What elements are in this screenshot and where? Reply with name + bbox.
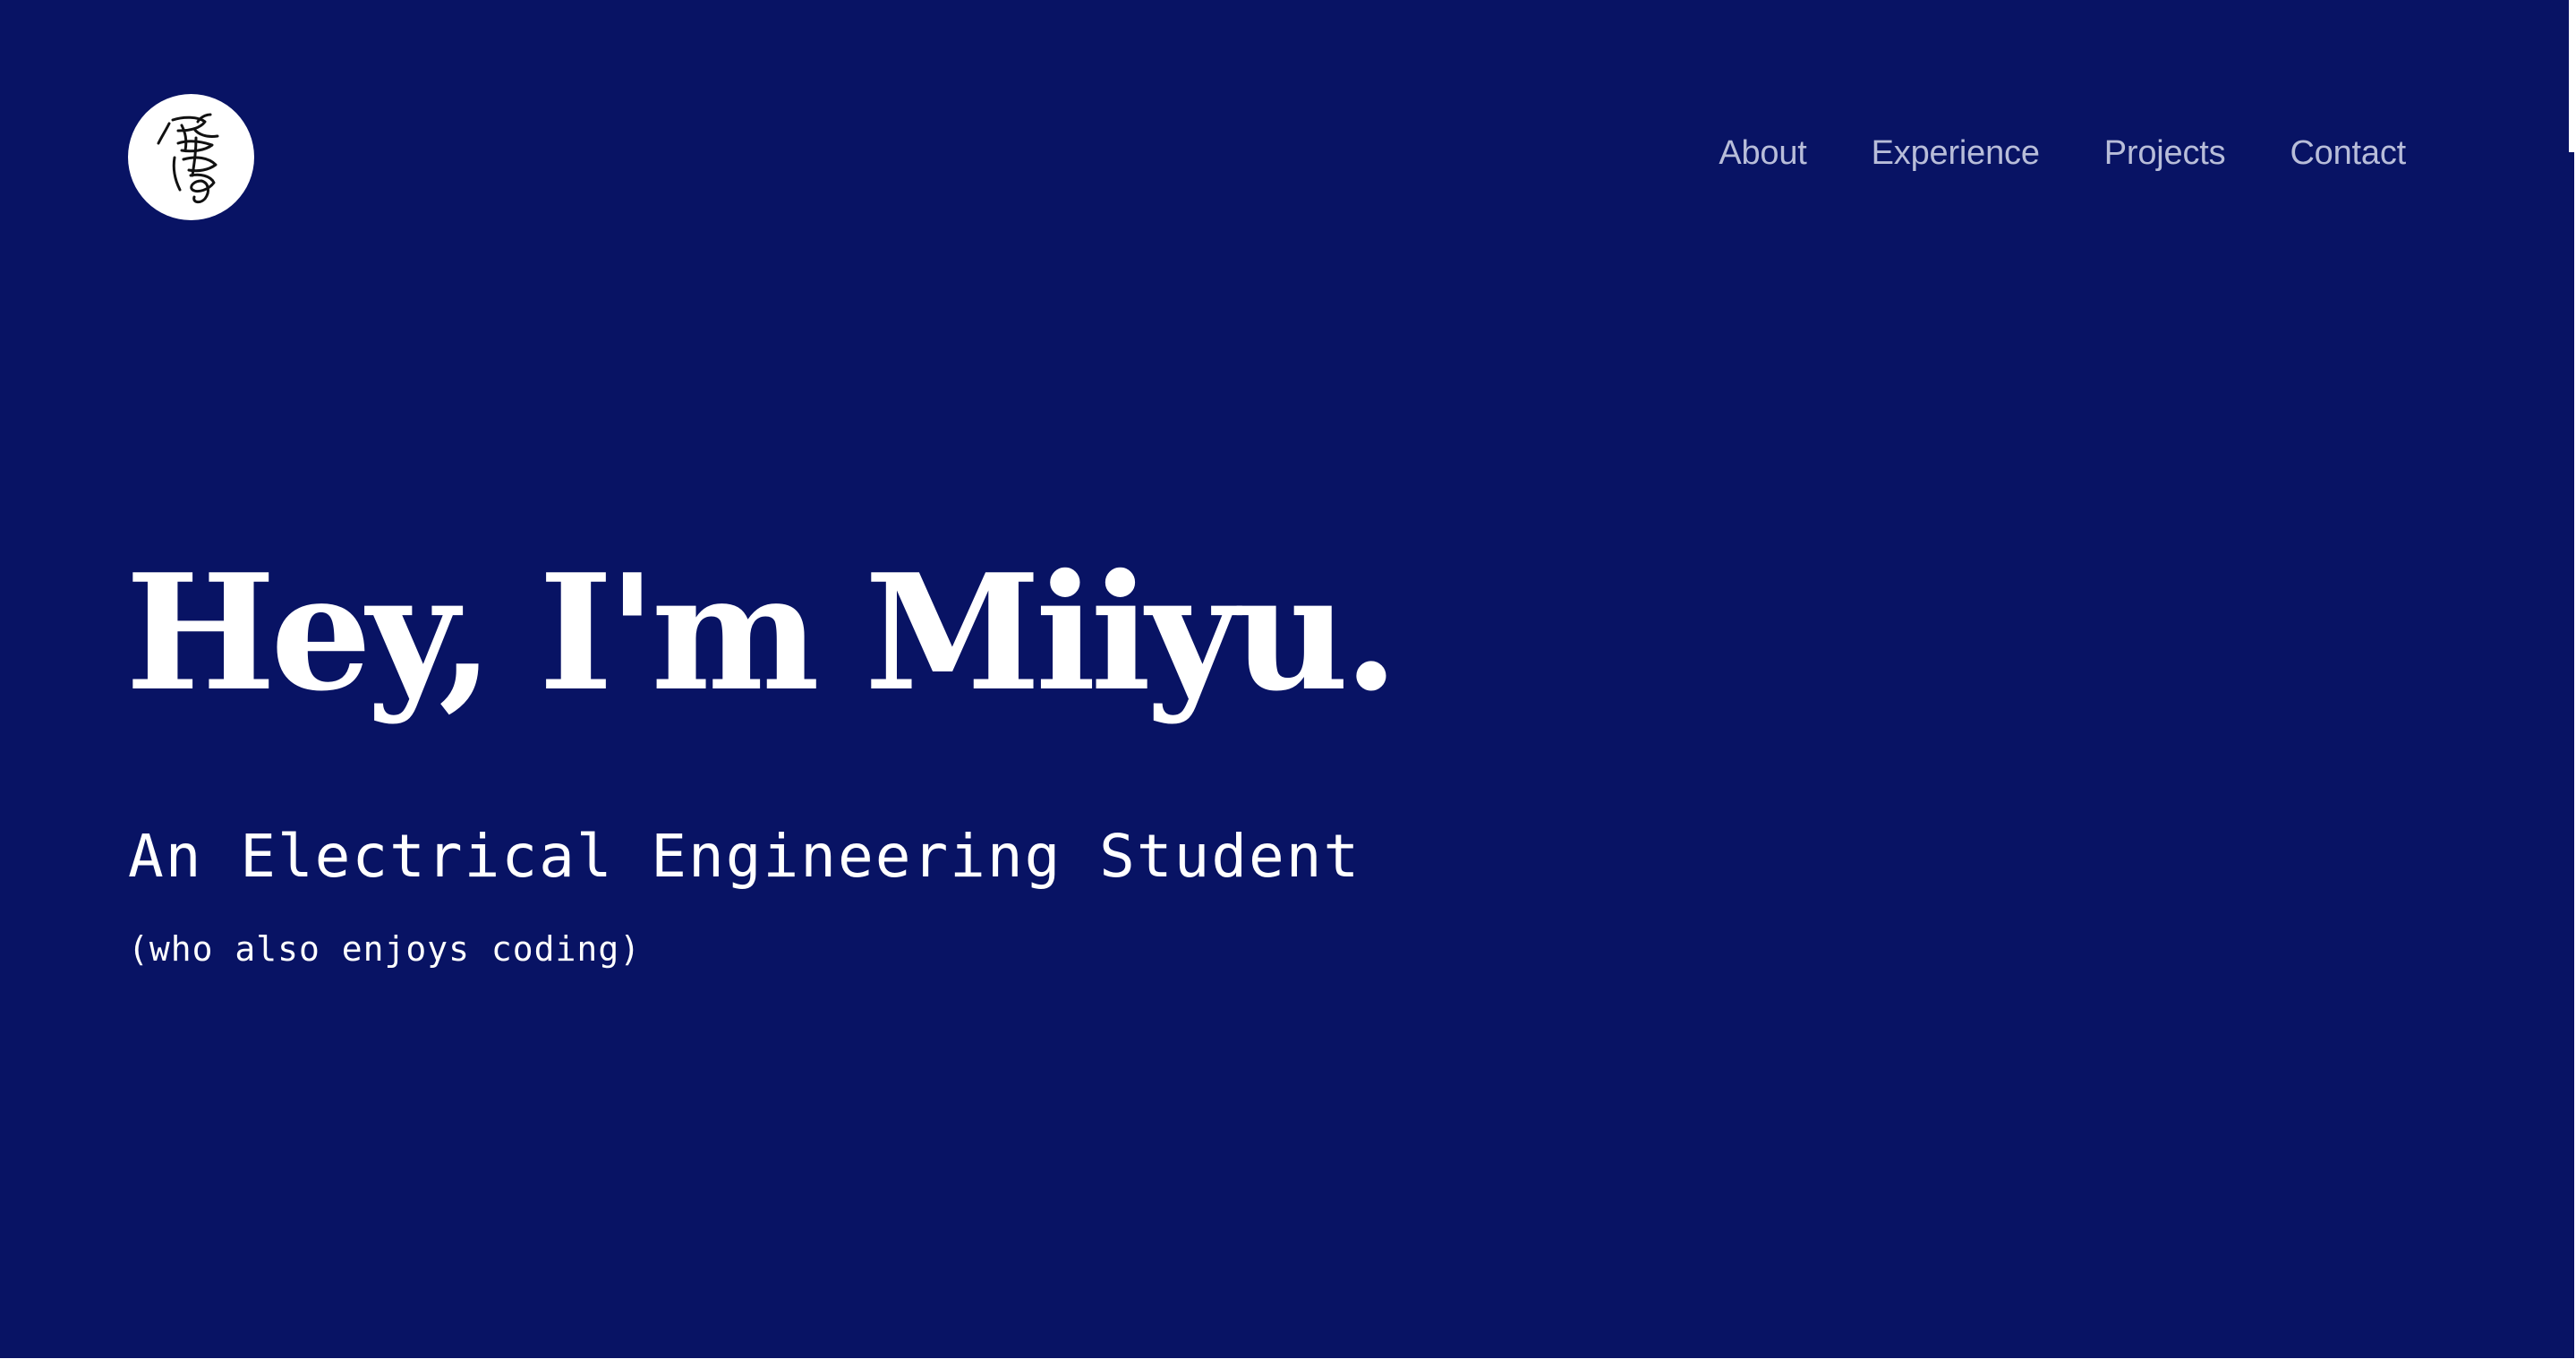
scrollbar-thumb[interactable] [2569, 0, 2574, 152]
main-nav: About Experience Projects Contact [1719, 134, 2406, 173]
calligraphy-signature-icon [157, 113, 218, 203]
nav-link-about[interactable]: About [1719, 134, 1807, 173]
page: About Experience Projects Contact Hey, I… [0, 0, 2574, 1358]
hero-note: (who also enjoys coding) [128, 929, 642, 969]
logo-link[interactable] [128, 94, 254, 220]
hero-subtitle: An Electrical Engineering Student [128, 822, 1361, 891]
nav-link-projects[interactable]: Projects [2104, 134, 2226, 173]
nav-link-contact[interactable]: Contact [2290, 134, 2406, 173]
hero-title: Hey, I'm Miiyu. [125, 539, 1399, 726]
nav-link-experience[interactable]: Experience [1872, 134, 2040, 173]
